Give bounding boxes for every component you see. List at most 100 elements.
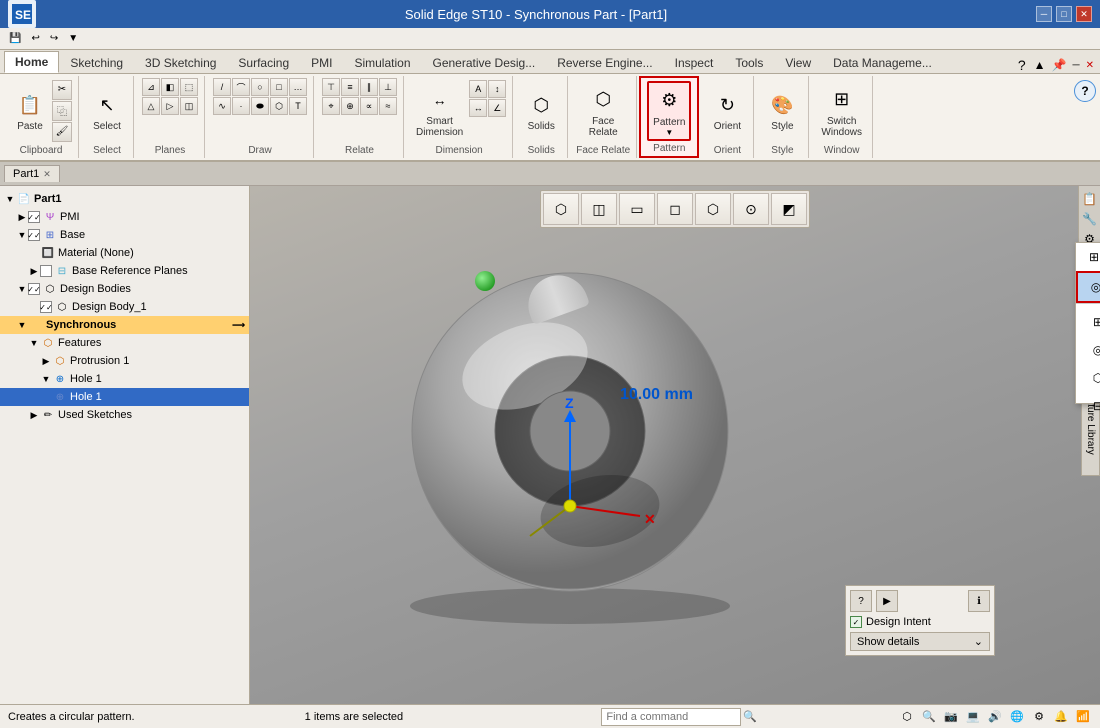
qa-dropdown-icon[interactable]: ▼	[65, 32, 81, 45]
search-icon[interactable]: 🔍	[743, 710, 757, 723]
tree-item-design-body-1[interactable]: ✓ ⬡ Design Body_1	[0, 298, 249, 316]
tab-generative[interactable]: Generative Desig...	[422, 52, 547, 73]
qa-redo-icon[interactable]: ↪	[47, 32, 61, 45]
relate-8[interactable]: ≈	[379, 97, 397, 115]
dim-3[interactable]: ↔	[469, 99, 487, 117]
select-button[interactable]: ↖ Select	[87, 87, 127, 134]
qa-save-icon[interactable]: 💾	[6, 32, 24, 45]
plane-tool-3[interactable]: ⬚	[180, 78, 198, 96]
draw-ellipse[interactable]: ⬬	[251, 97, 269, 115]
tree-item-protrusion1[interactable]: ▶ ⬡ Protrusion 1	[0, 352, 249, 370]
sb-icon-7[interactable]: ⚙	[1030, 708, 1048, 726]
dim-1[interactable]: A	[469, 80, 487, 98]
pattern-extra-4[interactable]: ⊟	[1080, 392, 1100, 420]
plane-tool-2[interactable]: ◧	[161, 78, 179, 96]
tab-sketching[interactable]: Sketching	[59, 52, 134, 73]
dim-2[interactable]: ↕	[488, 80, 506, 98]
tree-item-synchronous[interactable]: ▼ Synchronous ⟶	[0, 316, 249, 334]
pattern-extra-1[interactable]: ⊞	[1080, 308, 1100, 336]
style-button[interactable]: 🎨 Style	[762, 87, 802, 134]
tree-item-hole1[interactable]: ▼ ⊕ Hole 1	[0, 370, 249, 388]
ribbon-collapse-icon[interactable]: ▲	[1032, 58, 1048, 72]
show-details-button[interactable]: Show details ⌄	[850, 632, 990, 651]
view-btn-6[interactable]: ⊙	[733, 193, 769, 225]
draw-text[interactable]: T	[289, 97, 307, 115]
tab-view[interactable]: View	[774, 52, 822, 73]
sb-icon-4[interactable]: 💻	[964, 708, 982, 726]
di-play-button[interactable]: ▶	[876, 590, 898, 612]
app-logo[interactable]: SE	[8, 0, 36, 28]
view-btn-5[interactable]: ⬡	[695, 193, 731, 225]
switch-windows-button[interactable]: ⊞ SwitchWindows	[817, 82, 866, 140]
ribbon-pin-icon[interactable]: 📌	[1050, 58, 1069, 72]
copy-button[interactable]: ⿻	[52, 101, 72, 121]
tree-item-used-sketches[interactable]: ▶ ✏ Used Sketches	[0, 406, 249, 424]
di-help-button[interactable]: ?	[850, 590, 872, 612]
part1-tab[interactable]: Part1 ✕	[4, 165, 60, 182]
tab-pmi[interactable]: PMI	[300, 52, 343, 73]
draw-more[interactable]: …	[289, 78, 307, 96]
tab-reverse[interactable]: Reverse Engine...	[546, 52, 663, 73]
tree-item-features[interactable]: ▼ ⬡ Features	[0, 334, 249, 352]
tree-item-hole1-child[interactable]: ⊕ Hole 1	[0, 388, 249, 406]
qa-undo-icon[interactable]: ↩	[28, 32, 42, 45]
tab-home[interactable]: Home	[4, 51, 59, 73]
view-btn-1[interactable]: ⬡	[543, 193, 579, 225]
relate-3[interactable]: ∥	[360, 78, 378, 96]
sb-icon-6[interactable]: 🌐	[1008, 708, 1026, 726]
draw-line[interactable]: /	[213, 78, 231, 96]
relate-1[interactable]: ⊤	[322, 78, 340, 96]
pattern-circular-item[interactable]: ◎ Circular	[1076, 271, 1100, 303]
relate-6[interactable]: ⊕	[341, 97, 359, 115]
view-btn-7[interactable]: ◩	[771, 193, 807, 225]
view-btn-2[interactable]: ◫	[581, 193, 617, 225]
draw-circle[interactable]: ○	[251, 78, 269, 96]
format-painter-button[interactable]: 🖌	[52, 122, 72, 142]
tab-tools[interactable]: Tools	[724, 52, 774, 73]
pattern-extra-2[interactable]: ◎	[1080, 336, 1100, 364]
tab-inspect[interactable]: Inspect	[664, 52, 725, 73]
draw-arc[interactable]: ⌒	[232, 78, 250, 96]
relate-2[interactable]: ≡	[341, 78, 359, 96]
draw-spline[interactable]: ∿	[213, 97, 231, 115]
part1-tab-close[interactable]: ✕	[43, 169, 51, 180]
tree-item-pmi[interactable]: ▶ ✓ Ψ PMI	[0, 208, 249, 226]
plane-tool-5[interactable]: ▷	[161, 97, 179, 115]
ribbon-window-close[interactable]: ✕	[1084, 60, 1096, 71]
tree-item-design-bodies[interactable]: ▼ ✓ ⬡ Design Bodies	[0, 280, 249, 298]
maximize-button[interactable]: □	[1056, 6, 1072, 22]
pattern-rectangular-item[interactable]: ⊞ Rectangular	[1076, 243, 1100, 271]
tree-item-part1[interactable]: ▼ 📄 Part1	[0, 190, 249, 208]
pattern-button[interactable]: ⚙ Pattern ▼	[647, 81, 691, 141]
command-search-input[interactable]	[601, 708, 741, 726]
help-button[interactable]: ?	[1074, 80, 1096, 102]
tree-item-base-ref-planes[interactable]: ▶ ⊟ Base Reference Planes	[0, 262, 249, 280]
draw-polygon[interactable]: ⬡	[270, 97, 288, 115]
view-btn-3[interactable]: ▭	[619, 193, 655, 225]
draw-point[interactable]: ·	[232, 97, 250, 115]
viewport[interactable]: ⬡ ◫ ▭ ◻ ⬡ ⊙ ◩	[250, 186, 1100, 706]
minimize-button[interactable]: ─	[1036, 6, 1052, 22]
di-info-button[interactable]: ℹ	[968, 590, 990, 612]
close-button[interactable]: ✕	[1076, 6, 1092, 22]
sb-icon-8[interactable]: 🔔	[1052, 708, 1070, 726]
plane-tool-6[interactable]: ◫	[180, 97, 198, 115]
sb-icon-1[interactable]: ⬡	[898, 708, 916, 726]
relate-4[interactable]: ⊥	[379, 78, 397, 96]
solids-button[interactable]: ⬡ Solids	[521, 87, 561, 134]
sb-icon-3[interactable]: 📷	[942, 708, 960, 726]
sb-icon-5[interactable]: 🔊	[986, 708, 1004, 726]
relate-5[interactable]: ⌖	[322, 97, 340, 115]
tree-item-material[interactable]: 🔲 Material (None)	[0, 244, 249, 262]
tree-item-base[interactable]: ▼ ✓ ⊞ Base	[0, 226, 249, 244]
face-relate-button[interactable]: ⬡ FaceRelate	[583, 82, 623, 140]
view-btn-4[interactable]: ◻	[657, 193, 693, 225]
sb-icon-2[interactable]: 🔍	[920, 708, 938, 726]
orient-button[interactable]: ↻ Orient	[707, 87, 747, 134]
smart-dimension-button[interactable]: ↔ SmartDimension	[412, 82, 467, 140]
side-icon-1[interactable]: 📋	[1080, 190, 1099, 208]
dim-4[interactable]: ∠	[488, 99, 506, 117]
tab-data-management[interactable]: Data Manageme...	[822, 52, 943, 73]
plane-tool-1[interactable]: ⊿	[142, 78, 160, 96]
sb-icon-9[interactable]: 📶	[1074, 708, 1092, 726]
